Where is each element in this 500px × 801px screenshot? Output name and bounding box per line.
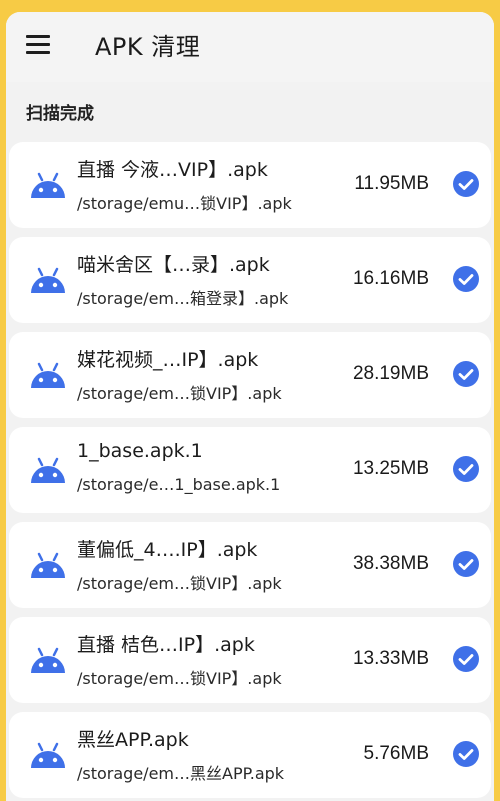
apk-name: 媒花视频_…IP】.apk [77,349,259,371]
apk-name: 喵米舍区【…录】.apk [77,254,270,276]
checkbox-checked-icon[interactable] [453,741,479,767]
scan-status-label: 扫描完成 [26,104,94,124]
checkbox-checked-icon[interactable] [453,361,479,387]
app-screen: APK 清理 扫描完成 直播 今液…VIP】.apk /storage/emu…… [6,12,494,801]
apk-name: 董偏低_4….IP】.apk [77,539,258,561]
apk-name: 1_base.apk.1 [77,440,203,462]
apk-size: 13.25MB [352,458,429,479]
android-icon [31,552,65,578]
checkbox-checked-icon[interactable] [453,171,479,197]
android-icon [31,742,65,768]
apk-path: /storage/em…锁VIP】.apk [77,669,282,688]
apk-size: 28.19MB [352,363,429,384]
app-bar: APK 清理 [6,12,494,82]
apk-list-item[interactable]: 直播 今液…VIP】.apk /storage/emu…锁VIP】.apk 11… [9,142,491,228]
android-icon [31,172,65,198]
apk-path: /storage/emu…锁VIP】.apk [77,194,292,213]
android-icon [31,362,65,388]
apk-name: 直播 桔色…IP】.apk [77,634,255,656]
apk-size: 11.95MB [354,173,429,194]
checkbox-checked-icon[interactable] [453,551,479,577]
apk-list-item[interactable]: 1_base.apk.1 /storage/e…1_base.apk.1 13.… [9,427,491,513]
apk-size: 38.38MB [352,553,429,574]
apk-size: 13.33MB [352,648,429,669]
apk-list-item[interactable]: 媒花视频_…IP】.apk /storage/em…锁VIP】.apk 28.1… [9,332,491,418]
apk-size: 5.76MB [363,743,429,764]
apk-path: /storage/em…锁VIP】.apk [77,574,282,593]
apk-path: /storage/em…锁VIP】.apk [77,384,282,403]
hamburger-icon[interactable] [26,33,52,55]
apk-name: 黑丝APP.apk [77,729,189,751]
apk-list-item[interactable]: 直播 桔色…IP】.apk /storage/em…锁VIP】.apk 13.3… [9,617,491,703]
apk-path: /storage/e…1_base.apk.1 [77,475,281,494]
android-icon [31,457,65,483]
android-icon [31,267,65,293]
checkbox-checked-icon[interactable] [453,646,479,672]
apk-list-item[interactable]: 喵米舍区【…录】.apk /storage/em…箱登录】.apk 16.16M… [9,237,491,323]
checkbox-checked-icon[interactable] [453,266,479,292]
apk-list-item[interactable]: 董偏低_4….IP】.apk /storage/em…锁VIP】.apk 38.… [9,522,491,608]
apk-size: 16.16MB [352,268,429,289]
android-icon [31,647,65,673]
checkbox-checked-icon[interactable] [453,456,479,482]
apk-name: 直播 今液…VIP】.apk [77,159,268,181]
apk-path: /storage/em…黑丝APP.apk [77,764,285,783]
page-title: APK 清理 [95,33,201,61]
apk-list-item[interactable]: 黑丝APP.apk /storage/em…黑丝APP.apk 5.76MB [9,712,491,798]
apk-path: /storage/em…箱登录】.apk [77,289,289,308]
